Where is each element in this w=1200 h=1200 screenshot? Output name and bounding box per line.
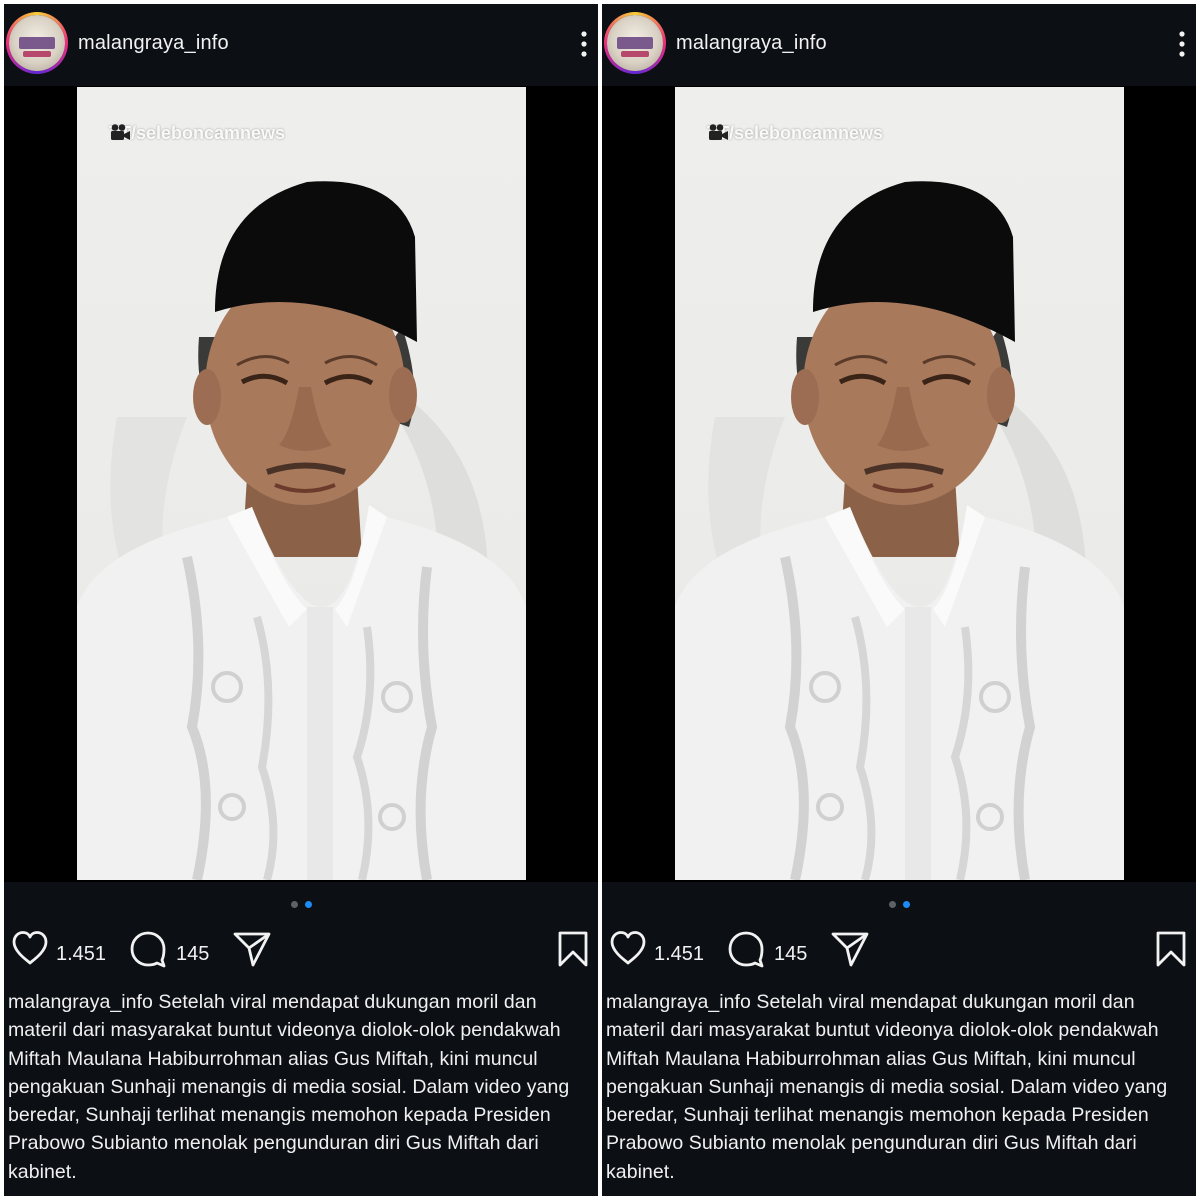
username[interactable]: malangraya_info [78,32,229,55]
post-media[interactable]: TT/seleboncamnews [4,86,598,882]
caption-line: Miftah Maulana Habiburrohman alias Gus M… [606,1047,1136,1070]
post-caption: malangraya_info Setelah viral mendapat d… [8,988,598,1186]
comment-count[interactable]: 145 [176,943,209,966]
carousel-dot [889,901,896,908]
caption-line: beredar, Sunhaji terlihat menangis memoh… [606,1104,1149,1127]
person-illustration [675,181,1124,880]
like-count[interactable]: 1.451 [56,943,106,966]
account-logo-icon [9,15,65,71]
watermark: TT/seleboncamnews [109,123,285,144]
username[interactable]: malangraya_info [676,32,827,55]
send-icon[interactable] [232,930,272,968]
caption-line: pengakuan Sunhaji menangis di media sosi… [8,1075,570,1098]
caption-line: Prabowo Subianto menolak pengunduran dir… [606,1132,1137,1155]
watermark: TT/seleboncamnews [707,123,883,144]
video-camera-icon [709,124,728,140]
caption-line: pengakuan Sunhaji menangis di media sosi… [606,1075,1168,1098]
post-header: malangraya_info [4,4,598,84]
video-camera-icon [111,124,130,140]
carousel-dot [291,901,298,908]
post-photo: TT/seleboncamnews [77,87,526,880]
caption-line: malangraya_info Setelah viral mendapat d… [8,991,537,1013]
avatar[interactable] [6,12,68,74]
action-bar: 1.451 145 [4,930,598,980]
carousel-indicator [602,901,1196,911]
send-icon[interactable] [830,930,870,968]
post-caption: malangraya_info Setelah viral mendapat d… [606,988,1196,1186]
comment-icon[interactable] [727,930,765,968]
caption-line: kabinet. [8,1160,77,1183]
bookmark-icon[interactable] [556,930,590,968]
more-vertical-icon[interactable] [576,30,592,58]
carousel-indicator [4,901,598,911]
caption-line: malangraya_info Setelah viral mendapat d… [606,991,1135,1013]
post-header: malangraya_info [602,4,1196,84]
heart-icon[interactable] [609,930,647,966]
post-photo: TT/seleboncamnews [675,87,1124,880]
heart-icon[interactable] [11,930,49,966]
watermark-text: TT/seleboncamnews [109,123,286,143]
caption-line: materil dari masyarakat buntut videonya … [606,1019,1159,1042]
more-vertical-icon[interactable] [1174,30,1190,58]
instagram-post-right: malangraya_info TT/seleboncamnews 1.451 … [602,4,1196,1196]
caption-line: beredar, Sunhaji terlihat menangis memoh… [8,1104,551,1127]
person-illustration [77,181,526,880]
action-bar: 1.451 145 [602,930,1196,980]
comment-icon[interactable] [129,930,167,968]
caption-line: Prabowo Subianto menolak pengunduran dir… [8,1132,539,1155]
screenshot-composite: malangraya_info TT/seleboncamnews 1.451 … [0,0,1200,1200]
post-media[interactable]: TT/seleboncamnews [602,86,1196,882]
instagram-post-left: malangraya_info TT/seleboncamnews 1.451 … [4,4,598,1196]
bookmark-icon[interactable] [1154,930,1188,968]
avatar[interactable] [604,12,666,74]
account-logo-icon [607,15,663,71]
watermark-text: TT/seleboncamnews [707,123,884,143]
caption-line: Miftah Maulana Habiburrohman alias Gus M… [8,1047,538,1070]
carousel-dot-active [903,901,910,908]
caption-line: kabinet. [606,1160,675,1183]
comment-count[interactable]: 145 [774,943,807,966]
like-count[interactable]: 1.451 [654,943,704,966]
caption-line: materil dari masyarakat buntut videonya … [8,1019,561,1042]
carousel-dot-active [305,901,312,908]
